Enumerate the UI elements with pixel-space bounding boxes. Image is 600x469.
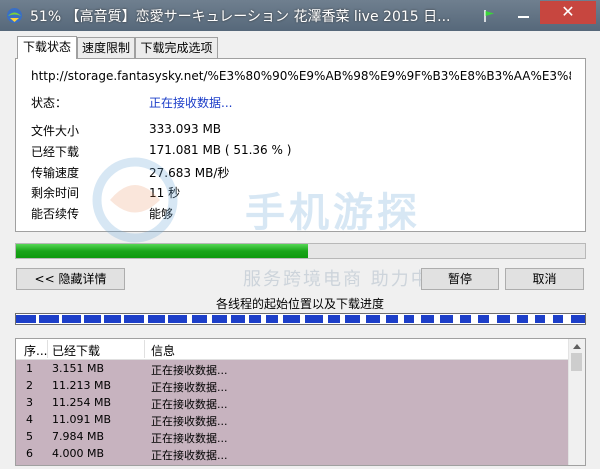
pin-flag-icon[interactable] [482,9,496,23]
row-info: 正在接收数据... [151,449,228,462]
thread-segment [385,315,399,323]
scroll-up-arrow-icon[interactable] [573,344,581,349]
thread-list[interactable]: 序... 已经下载 信息 1 3.151 MB 正在接收数据... 2 11.213 M… [15,338,586,466]
column-header-downloaded[interactable]: 已经下载 [52,342,100,359]
thread-segment [231,315,245,323]
watermark-logo-icon [92,157,178,243]
row-index: 6 [26,447,33,460]
thread-segment [249,315,261,323]
minimize-button[interactable] [512,4,536,24]
tab-completion-options[interactable]: 下载完成选项 [135,37,218,58]
thread-segment [61,315,82,323]
table-row[interactable]: 4 11.091 MB 正在接收数据... [16,411,569,428]
downloaded-label: 已经下载 [31,145,80,159]
window-title: 51% 【高音質】恋愛サーキュレーション 花澤香菜 live 2015 日... [30,9,451,25]
progress-fill [16,244,309,258]
thread-segment [327,315,341,323]
column-header-info[interactable]: 信息 [151,342,175,359]
thread-segment [104,315,122,323]
cancel-button[interactable]: 取消 [505,268,584,290]
title-bar: 51% 【高音質】恋愛サーキュレーション 花澤香菜 live 2015 日...… [0,0,600,31]
close-button[interactable]: ✕ [540,1,596,24]
row-info: 正在接收数据... [151,432,228,445]
row-info: 正在接收数据... [151,398,228,411]
app-logo-icon [7,8,22,23]
row-index: 4 [26,413,33,426]
row-downloaded: 11.091 MB [52,413,112,426]
thread-segment [38,315,59,323]
thread-segment [534,315,546,323]
thread-segment [124,315,145,323]
thread-segment [439,315,453,323]
thread-segment [459,315,472,323]
row-info: 正在接收数据... [151,415,228,428]
thread-segment [305,315,324,323]
thread-segment [344,315,361,323]
column-header-index[interactable]: 序... [24,342,47,359]
scroll-thumb[interactable] [571,353,582,371]
thread-segment [478,315,490,323]
thread-segment [404,315,415,323]
download-url: http://storage.fantasysky.net/%E3%80%90%… [31,69,571,83]
row-downloaded: 4.000 MB [52,447,105,460]
thread-segment [168,315,187,323]
hide-details-button[interactable]: << 隐藏详情 [16,268,125,290]
thread-segment [148,315,166,323]
table-row[interactable]: 1 3.151 MB 正在接收数据... [16,360,569,377]
thread-segment [16,315,36,323]
row-index: 1 [26,362,33,375]
row-index: 3 [26,396,33,409]
file-size-label: 文件大小 [31,124,80,138]
status-label: 状态： [31,96,68,110]
thread-segment [553,315,564,323]
row-downloaded: 11.213 MB [52,379,112,392]
resume-label: 能否续传 [31,207,80,221]
pause-button[interactable]: 暂停 [421,268,499,290]
thread-segment [212,315,227,323]
row-info: 正在接收数据... [151,381,228,394]
row-downloaded: 7.984 MB [52,430,105,443]
table-row[interactable]: 5 7.984 MB 正在接收数据... [16,428,569,445]
file-size-value: 333.093 MB [149,122,222,136]
row-downloaded: 3.151 MB [52,362,105,375]
row-info: 正在接收数据... [151,364,228,377]
table-row[interactable]: 2 11.213 MB 正在接收数据... [16,377,569,394]
threads-progress-bar [15,313,586,325]
thread-segment [266,315,278,323]
threads-title: 各线程的起始位置以及下载进度 [215,297,384,311]
row-downloaded: 11.254 MB [52,396,112,409]
thread-segment [570,315,585,323]
table-row[interactable]: 3 11.254 MB 正在接收数据... [16,394,569,411]
thread-segment [84,315,102,323]
column-divider[interactable] [47,340,48,358]
thread-segment [496,315,510,323]
thread-segment [516,315,529,323]
thread-segment [421,315,435,323]
row-index: 5 [26,430,33,443]
vertical-scrollbar[interactable] [568,339,585,465]
download-progress-bar [15,243,586,259]
thread-segment [283,315,301,323]
table-row[interactable]: 6 4.000 MB 正在接收数据... [16,445,569,462]
thread-segment [192,315,207,323]
tab-speed-limit[interactable]: 速度限制 [77,37,135,58]
tab-download-status[interactable]: 下载状态 [17,36,77,59]
status-value: 正在接收数据... [149,96,233,110]
thread-segment [365,315,381,323]
thread-list-header: 序... 已经下载 信息 [16,339,569,360]
remaining-label: 剩余时间 [31,186,80,200]
thread-rows: 1 3.151 MB 正在接收数据... 2 11.213 MB 正在接收数据... 3 11… [16,360,569,465]
row-index: 2 [26,379,33,392]
speed-label: 传输速度 [31,166,80,180]
watermark-text: 手机游探 [245,190,421,236]
column-divider[interactable] [144,340,145,358]
